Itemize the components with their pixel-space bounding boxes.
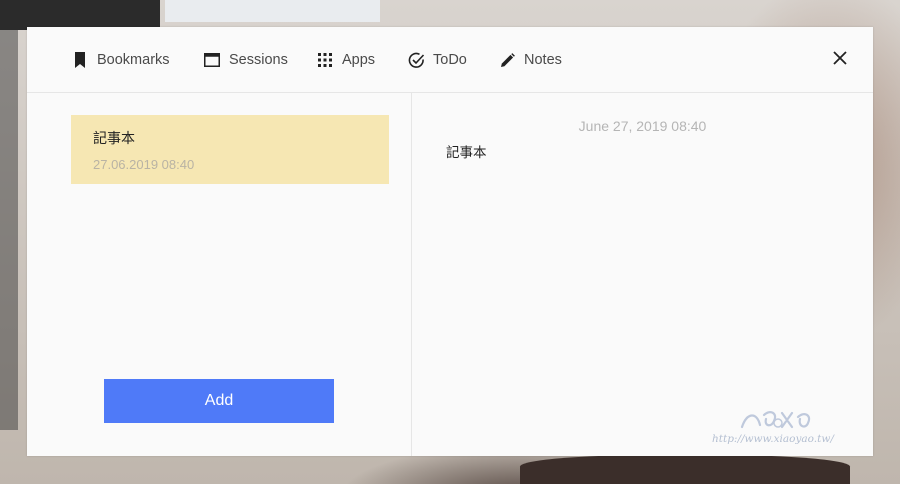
window-pane: [165, 0, 380, 22]
note-detail-date: June 27, 2019 08:40: [578, 118, 707, 134]
tab-label: Notes: [524, 52, 562, 68]
note-detail-body[interactable]: 記事本: [446, 141, 487, 161]
tab-label: Sessions: [229, 52, 288, 68]
notes-panel: Bookmarks Sessions Apps ToDo Notes 記事本 2…: [27, 27, 873, 456]
check-circle-icon: [407, 51, 425, 69]
tab-todo[interactable]: ToDo: [407, 49, 467, 71]
tab-bookmarks[interactable]: Bookmarks: [71, 49, 170, 71]
window-bar: [0, 30, 18, 430]
note-date: 27.06.2019 08:40: [93, 157, 195, 172]
add-button[interactable]: Add: [104, 379, 334, 423]
window-frame: [0, 0, 160, 30]
tab-label: Bookmarks: [97, 52, 170, 68]
tab-notes[interactable]: Notes: [498, 49, 562, 71]
tab-sessions[interactable]: Sessions: [203, 49, 288, 71]
bookmark-icon: [71, 51, 89, 69]
tab-apps[interactable]: Apps: [316, 49, 375, 71]
column-divider: [411, 93, 412, 456]
watermark-url: http://www.xiaoyao.tw/: [712, 433, 834, 445]
watermark-graphic: [740, 411, 811, 429]
close-button[interactable]: [829, 49, 851, 71]
note-title: 記事本: [93, 130, 135, 146]
watermark-logo: http://www.xiaoyao.tw/: [712, 407, 872, 447]
background-shadow: [520, 455, 850, 484]
window-icon: [203, 51, 221, 69]
tab-bar: Bookmarks Sessions Apps ToDo Notes: [27, 27, 873, 93]
close-icon: [833, 50, 847, 70]
tab-label: Apps: [342, 52, 376, 68]
note-list-item[interactable]: 記事本 27.06.2019 08:40: [71, 115, 389, 184]
tab-label: ToDo: [433, 52, 467, 68]
pencil-icon: [498, 51, 516, 69]
apps-grid-icon: [316, 51, 334, 69]
